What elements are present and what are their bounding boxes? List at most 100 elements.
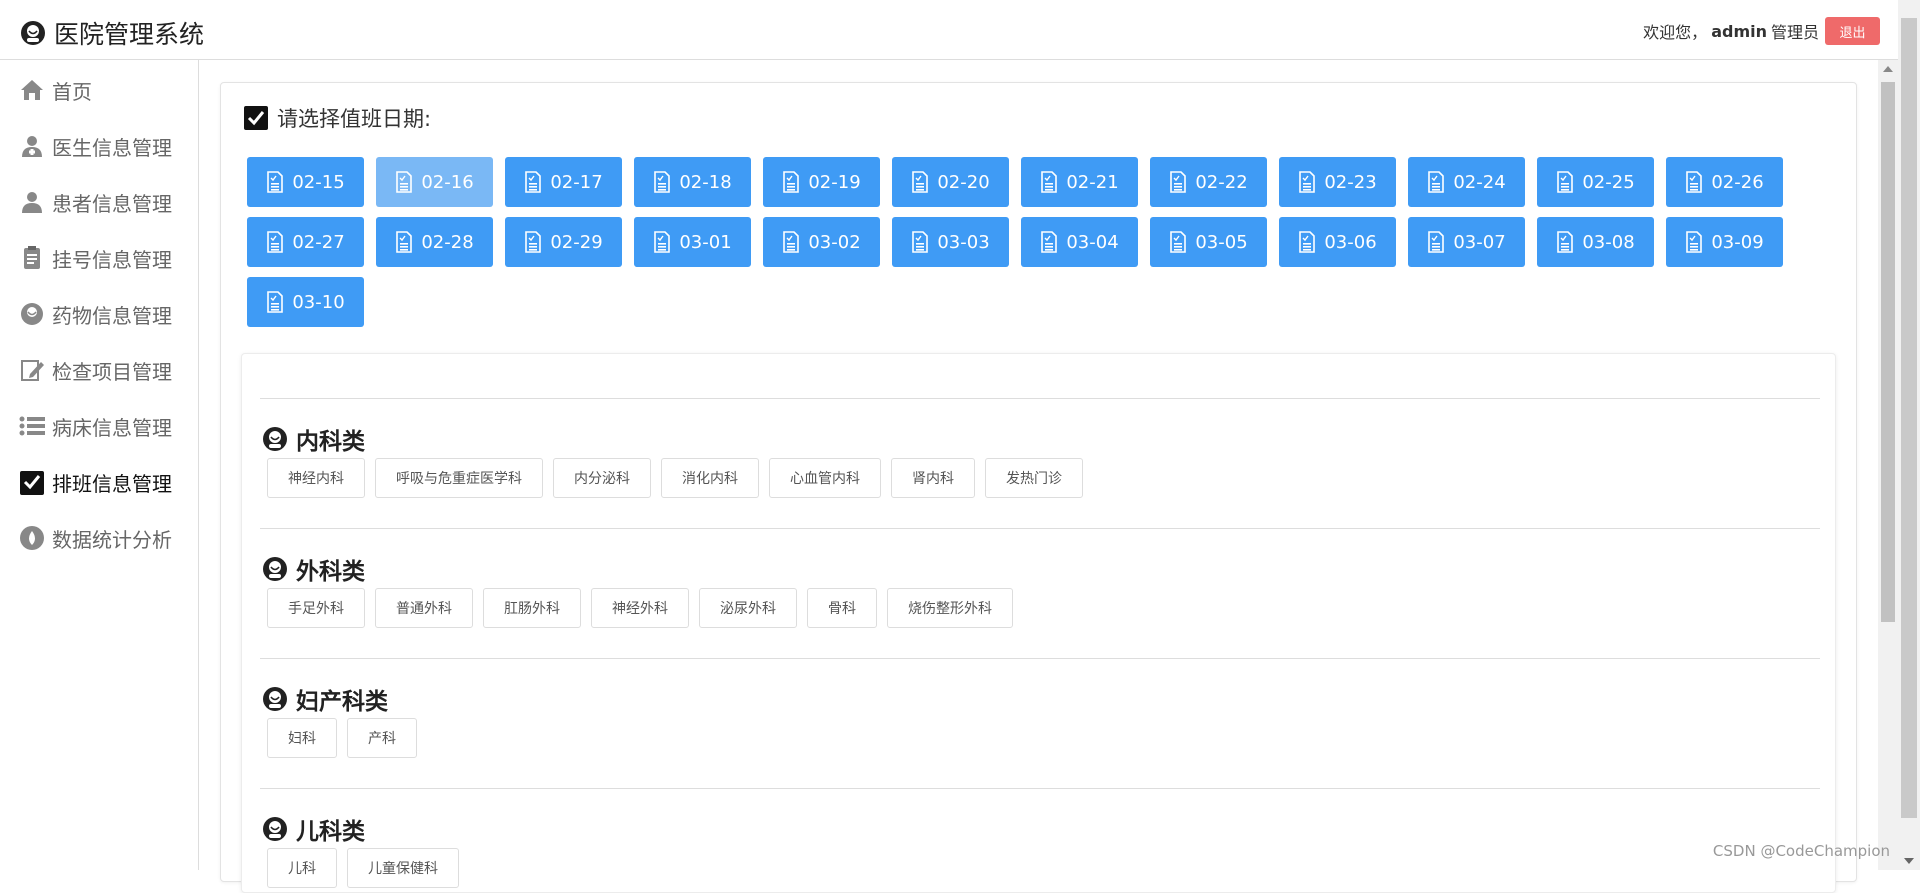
department-tag[interactable]: 妇科 [267,718,337,758]
date-label: 03-07 [1453,232,1505,253]
date-label: 03-10 [292,292,344,313]
date-label: 03-06 [1324,232,1376,253]
sidebar-item-home[interactable]: 首页 [18,72,92,108]
page-scroll-thumb[interactable] [1901,18,1917,818]
department-tag-list: 儿科儿童保健科 [267,848,469,888]
date-button[interactable]: 02-26 [1666,157,1783,207]
document-icon [395,231,413,253]
date-label: 03-05 [1195,232,1247,253]
date-label: 02-24 [1453,172,1505,193]
date-button[interactable]: 02-22 [1150,157,1267,207]
department-tag[interactable]: 烧伤整形外科 [887,588,1013,628]
patient-icon [18,188,46,216]
department-category-icon [262,816,288,842]
department-tag[interactable]: 儿科 [267,848,337,888]
department-category: 妇产科类 [262,682,388,716]
date-button[interactable]: 02-18 [634,157,751,207]
list-icon [18,412,46,440]
sidebar-item-label: 数据统计分析 [52,524,172,553]
date-button[interactable]: 02-24 [1408,157,1525,207]
date-button[interactable]: 02-28 [376,217,493,267]
department-category: 儿科类 [262,812,365,846]
checkbox-icon [243,105,269,131]
date-button[interactable]: 03-09 [1666,217,1783,267]
department-tag[interactable]: 心血管内科 [769,458,881,498]
inner-scrollbar[interactable] [1878,60,1898,870]
date-button[interactable]: 03-06 [1279,217,1396,267]
sidebar-item-label: 医生信息管理 [52,132,172,161]
document-icon [1685,171,1703,193]
department-tag[interactable]: 泌尿外科 [699,588,797,628]
medicine-icon [18,300,46,328]
department-tag[interactable]: 神经内科 [267,458,365,498]
main-panel: 请选择值班日期: 02-1502-1602-1702-1802-1902-200… [220,82,1857,882]
department-tag[interactable]: 内分泌科 [553,458,651,498]
department-category-icon [262,686,288,712]
app-title: 医院管理系统 [54,15,204,51]
scroll-down-arrow-icon[interactable] [1904,858,1914,864]
document-icon [1556,171,1574,193]
document-icon [782,231,800,253]
department-category-title: 儿科类 [296,812,365,846]
user-role: 管理员 [1771,19,1819,43]
department-tag[interactable]: 呼吸与危重症医学科 [375,458,543,498]
top-header: 医院管理系统 欢迎您， admin 管理员 退出 [0,0,1920,60]
document-icon [266,231,284,253]
department-tag[interactable]: 肛肠外科 [483,588,581,628]
date-label: 03-04 [1066,232,1118,253]
inner-scroll-thumb[interactable] [1881,82,1895,622]
department-tag[interactable]: 儿童保健科 [347,848,459,888]
department-tag[interactable]: 肾内科 [891,458,975,498]
sidebar-item-statistics[interactable]: 数据统计分析 [18,520,172,556]
app-logo[interactable]: 医院管理系统 [20,15,204,51]
department-tag[interactable]: 神经外科 [591,588,689,628]
department-tag[interactable]: 骨科 [807,588,877,628]
sidebar-item-label: 挂号信息管理 [52,244,172,273]
date-button[interactable]: 03-02 [763,217,880,267]
date-button[interactable]: 02-16 [376,157,493,207]
clipboard-icon [18,244,46,272]
page-scrollbar[interactable] [1898,0,1920,870]
date-button[interactable]: 02-23 [1279,157,1396,207]
date-button[interactable]: 02-29 [505,217,622,267]
date-button[interactable]: 02-25 [1537,157,1654,207]
date-button[interactable]: 02-21 [1021,157,1138,207]
department-tag[interactable]: 普通外科 [375,588,473,628]
date-label: 02-29 [550,232,602,253]
date-label: 02-21 [1066,172,1118,193]
sidebar-item-schedule[interactable]: 排班信息管理 [18,464,172,500]
welcome-text: 欢迎您， [1643,19,1707,43]
date-button[interactable]: 03-03 [892,217,1009,267]
department-tag[interactable]: 发热门诊 [985,458,1083,498]
department-tag[interactable]: 消化内科 [661,458,759,498]
department-tag[interactable]: 产科 [347,718,417,758]
date-button[interactable]: 03-05 [1150,217,1267,267]
date-button[interactable]: 03-10 [247,277,364,327]
logout-button[interactable]: 退出 [1825,17,1880,45]
date-button[interactable]: 03-08 [1537,217,1654,267]
department-category-icon [262,556,288,582]
document-icon [1685,231,1703,253]
sidebar-item-patient[interactable]: 患者信息管理 [18,184,172,220]
department-tag[interactable]: 手足外科 [267,588,365,628]
sidebar-item-bed[interactable]: 病床信息管理 [18,408,172,444]
date-button[interactable]: 03-07 [1408,217,1525,267]
date-button[interactable]: 03-04 [1021,217,1138,267]
date-button[interactable]: 02-15 [247,157,364,207]
sidebar: 首页 医生信息管理 患者信息管理 挂号信息管理 药物信息管理 检查项目管理 [0,60,199,870]
date-label: 02-25 [1582,172,1634,193]
department-tag-list: 妇科产科 [267,718,427,758]
date-button[interactable]: 02-27 [247,217,364,267]
date-button[interactable]: 02-19 [763,157,880,207]
date-button[interactable]: 03-01 [634,217,751,267]
sidebar-item-medicine[interactable]: 药物信息管理 [18,296,172,332]
sidebar-item-exam[interactable]: 检查项目管理 [18,352,172,388]
date-button[interactable]: 02-20 [892,157,1009,207]
sidebar-item-doctor[interactable]: 医生信息管理 [18,128,172,164]
doctor-logo-icon [20,20,46,46]
scroll-up-arrow-icon[interactable] [1883,66,1893,72]
sidebar-item-registration[interactable]: 挂号信息管理 [18,240,172,276]
date-label: 02-16 [421,172,473,193]
date-button[interactable]: 02-17 [505,157,622,207]
document-icon [782,171,800,193]
